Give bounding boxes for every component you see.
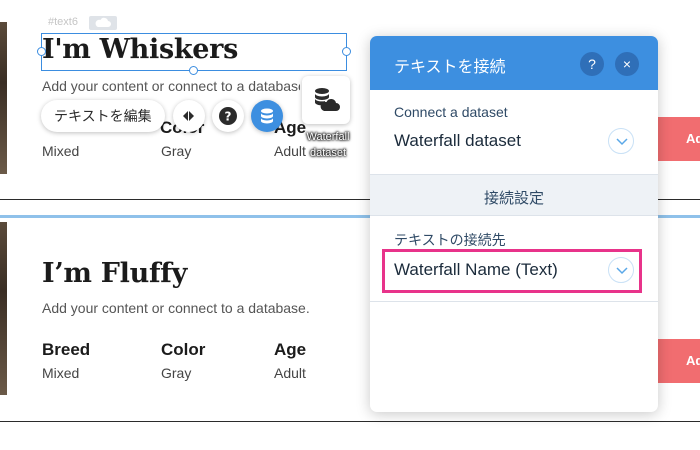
connect-dataset-label: Connect a dataset [394,104,508,120]
edit-text-button[interactable]: テキストを編集 [41,100,165,132]
dataset-element[interactable] [302,76,350,124]
database-icon [261,108,273,124]
card-title-fluffy[interactable]: I’m Fluffy [42,258,187,289]
dataset-dropdown-value[interactable]: Waterfall dataset [394,131,521,151]
animation-icon [183,111,194,121]
help-icon: ? [219,107,237,125]
annotation-highlight [382,249,642,293]
card-description-whiskers: Add your content or connect to a databas… [42,78,300,94]
cat-photo-fluffy[interactable] [0,222,7,395]
field-value-breed: Mixed [42,365,80,381]
panel-header[interactable]: テキストを接続 ? × [370,36,658,90]
card-description-fluffy: Add your content or connect to a databas… [42,300,310,316]
row-divider [0,421,700,422]
resize-handle-right[interactable] [342,47,351,56]
dataset-cloud-icon [315,88,340,111]
resize-handle-bottom[interactable] [189,66,198,75]
connect-text-panel: テキストを接続 ? × Connect a dataset Waterfall … [370,36,658,412]
field-label-age: Age [274,340,307,359]
panel-divider [370,301,658,302]
cat-photo-whiskers[interactable] [0,22,7,174]
chevron-down-icon [616,138,628,146]
field-value-color: Gray [161,143,192,159]
element-id-label: #text6 [48,16,78,28]
svg-text:?: ? [225,110,232,124]
cloud-badge [89,16,117,30]
add-button-whiskers[interactable]: Ad [658,117,700,161]
cloud-icon [95,17,111,27]
help-button[interactable]: ? [212,100,244,132]
add-button-fluffy[interactable]: Ad [658,339,700,383]
field-label-breed: Breed [42,340,91,359]
connection-settings-header: 接続設定 [370,174,658,216]
panel-title: テキストを接続 [394,57,506,76]
field-value-age: Adult [274,365,306,381]
panel-close-button[interactable]: × [615,52,639,76]
field-value-breed: Mixed [42,143,80,159]
animation-button[interactable] [173,100,205,132]
connection-settings-title: 接続設定 [483,190,544,207]
field-value-color: Gray [161,365,192,381]
panel-help-button[interactable]: ? [580,52,604,76]
field-label-color: Color [161,340,206,359]
resize-handle-left[interactable] [37,47,46,56]
dataset-dropdown-toggle[interactable] [608,128,634,154]
connect-text-to-label: テキストの接続先 [394,232,506,248]
dataset-caption: Waterfall dataset [306,131,350,159]
connect-data-button[interactable] [251,100,283,132]
